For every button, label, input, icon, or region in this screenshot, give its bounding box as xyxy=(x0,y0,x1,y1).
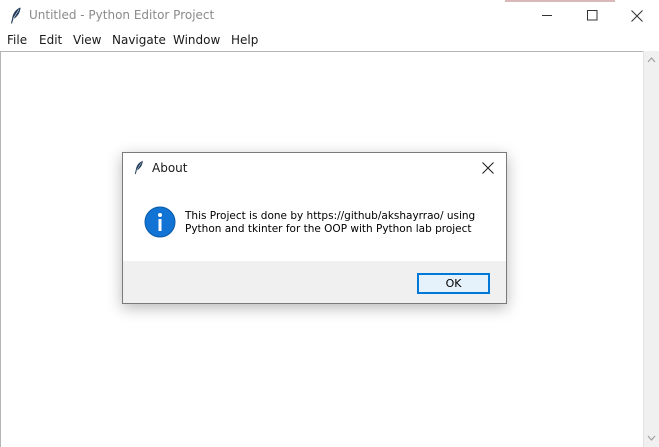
scroll-down-arrow-icon[interactable] xyxy=(647,434,656,442)
close-icon xyxy=(482,162,494,174)
dialog-button-bar: OK xyxy=(123,261,506,303)
menu-edit[interactable]: Edit xyxy=(39,33,62,47)
maximize-icon xyxy=(586,10,597,21)
menu-file[interactable]: File xyxy=(7,33,27,47)
vertical-scrollbar[interactable] xyxy=(643,51,659,447)
title-bar[interactable]: Untitled - Python Editor Project xyxy=(0,0,659,31)
dialog-message-line: Python and tkinter for the OOP with Pyth… xyxy=(185,223,472,235)
info-icon xyxy=(144,206,176,238)
dialog-message: This Project is done by https://github/a… xyxy=(185,210,495,236)
dialog-message-line: This Project is done by https://github/a… xyxy=(185,210,476,222)
app-window: Untitled - Python Editor Project File Ed… xyxy=(0,0,659,447)
menu-navigate[interactable]: Navigate xyxy=(112,33,166,47)
feather-icon xyxy=(11,7,21,24)
window-title: Untitled - Python Editor Project xyxy=(29,8,215,22)
dialog-close-button[interactable] xyxy=(479,159,497,177)
maximize-button[interactable] xyxy=(569,0,615,31)
about-dialog: About This Project is done by https://gi… xyxy=(122,152,507,304)
menu-help[interactable]: Help xyxy=(231,33,258,47)
close-button[interactable] xyxy=(614,0,659,31)
feather-icon xyxy=(134,160,143,175)
close-icon xyxy=(631,9,643,22)
menu-window[interactable]: Window xyxy=(173,33,220,47)
menu-bar: File Edit View Navigate Window Help xyxy=(0,31,659,51)
dialog-title-bar[interactable]: About xyxy=(123,153,506,183)
menu-view[interactable]: View xyxy=(73,33,101,47)
scroll-up-arrow-icon[interactable] xyxy=(647,56,656,64)
ok-button[interactable]: OK xyxy=(417,273,490,294)
minimize-button[interactable] xyxy=(524,0,570,31)
minimize-icon xyxy=(541,15,552,16)
dialog-title: About xyxy=(152,161,188,175)
